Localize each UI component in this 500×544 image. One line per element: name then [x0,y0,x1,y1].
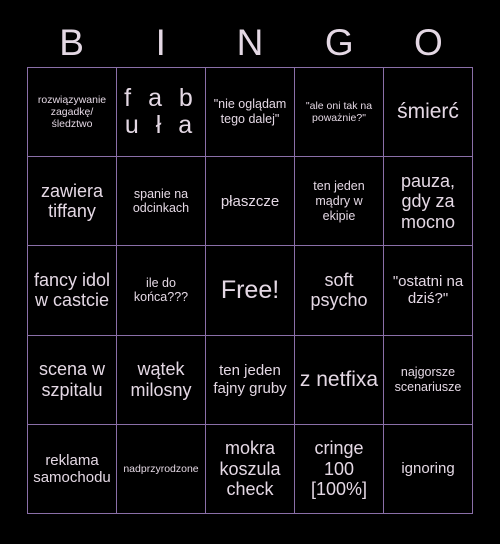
bingo-cell-label: nadprzyrodzone [123,462,199,475]
bingo-cell[interactable]: reklama samochodu [28,424,117,514]
bingo-card: B I N G O rozwiązywanie zagadkę/ śledztwo f a… [0,0,500,544]
bingo-cell[interactable]: płaszcze [206,157,295,247]
bingo-cell-label: cringe 100 [100%] [310,438,368,500]
bingo-cell[interactable]: pauza, gdy za mocno [384,157,473,247]
bingo-free-space[interactable]: Free! [206,246,295,336]
bingo-cell-label: mokra koszula check [219,438,281,500]
bingo-cell-label: "ostatni na dziś?" [392,273,464,308]
bingo-cell[interactable]: mokra koszula check [206,424,295,514]
bingo-cell[interactable]: śmierć [384,68,473,158]
bingo-cell-label: f a b u ł a [124,83,198,140]
bingo-cell[interactable]: ten jeden fajny gruby [206,335,295,425]
bingo-cell[interactable]: zawiera tiffany [28,157,117,247]
bingo-cell-label: ile do końca??? [133,275,189,305]
bingo-header-letter-n: N [236,21,264,63]
bingo-cell-label: reklama samochodu [33,451,111,486]
bingo-header-letter-g: G [324,21,354,63]
bingo-cell-label: fancy idol w castcie [33,269,111,311]
bingo-cell[interactable]: cringe 100 [100%] [295,424,384,514]
bingo-cell[interactable]: ile do końca??? [117,246,206,336]
bingo-cell-label: ten jeden fajny gruby [213,362,287,397]
bingo-header: BINGO [27,18,473,66]
bingo-cell-label: spanie na odcinkach [132,186,190,216]
bingo-cell-label: "ale oni tak na poważnie?" [305,99,373,125]
bingo-cell-label: pauza, gdy za mocno [400,170,456,232]
bingo-cell[interactable]: ignoring [384,424,473,514]
bingo-cell-label: wątek milosny [130,359,192,400]
bingo-cell-label: z netfixa [299,367,379,391]
bingo-cell-label: rozwiązywanie zagadkę/ śledztwo [37,93,107,131]
bingo-cell[interactable]: "ale oni tak na poważnie?" [295,68,384,158]
bingo-cell[interactable]: najgorsze scenariusze [384,335,473,425]
bingo-cell[interactable]: z netfixa [295,335,384,425]
bingo-cell-label: Free! [220,275,280,304]
bingo-cell[interactable]: "nie oglądam tego dalej" [206,68,295,158]
bingo-header-letter-b: B [59,21,84,63]
bingo-cell[interactable]: spanie na odcinkach [117,157,206,247]
bingo-cell[interactable]: wątek milosny [117,335,206,425]
bingo-cell[interactable]: "ostatni na dziś?" [384,246,473,336]
bingo-cell-label: "nie oglądam tego dalej" [213,97,287,127]
bingo-cell[interactable]: ten jeden mądry w ekipie [295,157,384,247]
bingo-cell[interactable]: nadprzyrodzone [117,424,206,514]
bingo-cell-label: ignoring [401,460,455,478]
bingo-cell[interactable]: f a b u ł a [117,68,206,158]
bingo-cell-label: soft psycho [310,269,368,311]
bingo-cell-label: płaszcze [220,192,280,210]
bingo-cell-label: zawiera tiffany [40,180,104,222]
bingo-cell[interactable]: soft psycho [295,246,384,336]
bingo-cell[interactable]: fancy idol w castcie [28,246,117,336]
bingo-header-letter-i: I [155,21,166,63]
bingo-cell[interactable]: scena w szpitalu [28,335,117,425]
bingo-cell-label: najgorsze scenariusze [394,364,462,394]
bingo-cell-label: scena w szpitalu [38,359,106,400]
bingo-grid: rozwiązywanie zagadkę/ śledztwo f a b u ł… [27,67,473,514]
bingo-cell[interactable]: rozwiązywanie zagadkę/ śledztwo [28,68,117,158]
bingo-cell-label: ten jeden mądry w ekipie [313,179,365,223]
bingo-cell-label: śmierć [397,100,459,124]
bingo-header-letter-o: O [414,21,443,63]
